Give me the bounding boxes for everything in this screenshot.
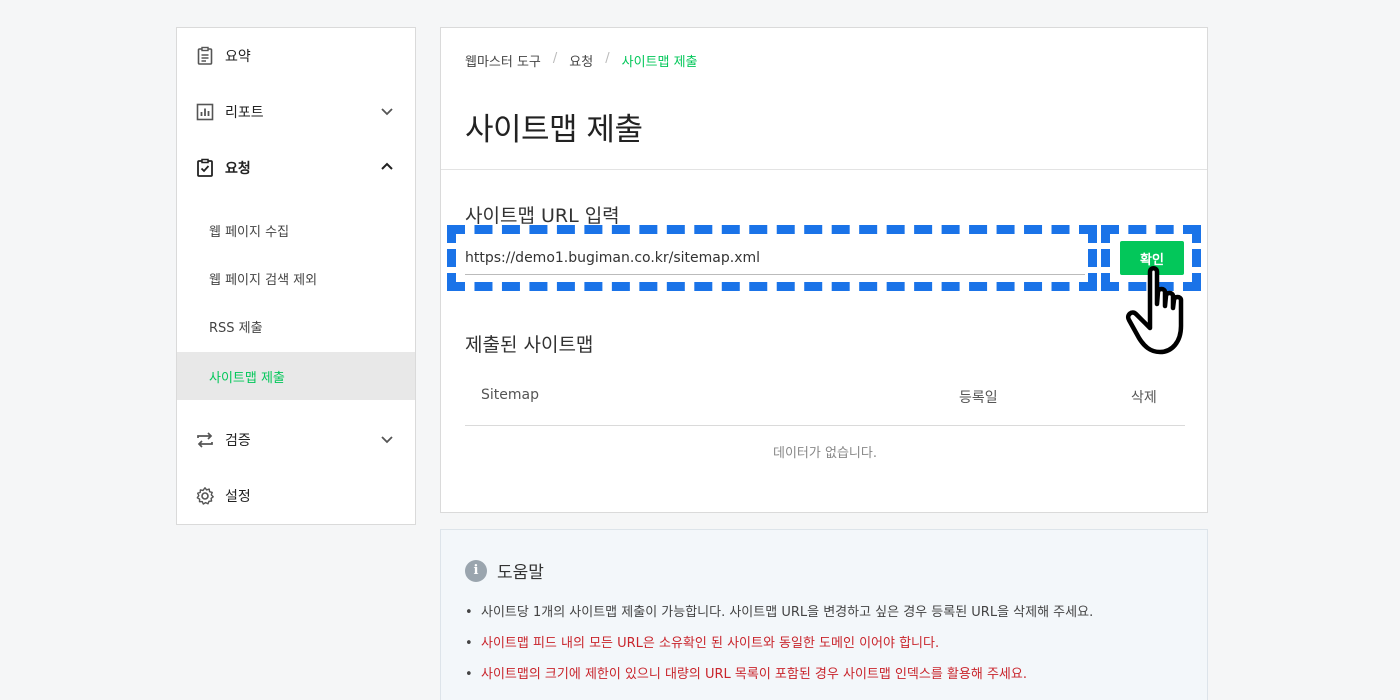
- chevron-up-icon[interactable]: [379, 159, 395, 175]
- nav-item-report[interactable]: 리포트: [177, 84, 415, 140]
- sidebar: 요약 리포트 요청 웹 페이지 수집 웹 페이지 검색 제외 RSS 제출 사이…: [176, 27, 416, 525]
- sub-item-sitemap-submit[interactable]: 사이트맵 제출: [177, 352, 415, 400]
- breadcrumb-webmaster[interactable]: 웹마스터 도구: [465, 51, 541, 70]
- sitemap-table-header: Sitemap 등록일 삭제: [465, 376, 1185, 426]
- nav-label-summary: 요약: [225, 49, 251, 65]
- input-highlight-box: [447, 225, 1097, 291]
- pointer-hand-icon: [1126, 266, 1184, 355]
- nav-label-settings: 설정: [225, 489, 251, 505]
- sitemap-url-label: 사이트맵 URL 입력: [465, 205, 620, 227]
- nav-item-request[interactable]: 요청: [177, 140, 415, 196]
- column-delete: 삭제: [1131, 390, 1157, 406]
- nav-item-verify[interactable]: 검증: [177, 412, 415, 468]
- breadcrumb-current: 사이트맵 제출: [621, 55, 698, 70]
- page-title: 사이트맵 제출: [465, 112, 643, 148]
- chevron-down-icon[interactable]: [379, 103, 395, 119]
- help-item: 사이트당 1개의 사이트맵 제출이 가능합니다. 사이트맵 URL을 변경하고 …: [465, 602, 1093, 623]
- column-sitemap: Sitemap: [481, 387, 539, 403]
- help-panel: i 도움말 사이트당 1개의 사이트맵 제출이 가능합니다. 사이트맵 URL을…: [440, 529, 1208, 700]
- breadcrumb: 웹마스터 도구 / 요청 / 사이트맵 제출: [465, 51, 698, 70]
- help-list: 사이트당 1개의 사이트맵 제출이 가능합니다. 사이트맵 URL을 변경하고 …: [465, 602, 1093, 695]
- submitted-sitemaps-label: 제출된 사이트맵: [465, 334, 594, 356]
- nav-label-report: 리포트: [225, 105, 264, 121]
- nav-label-verify: 검증: [225, 433, 251, 449]
- breadcrumb-separator: /: [605, 51, 610, 66]
- help-item-warning: 사이트맵 피드 내의 모든 URL은 소유확인 된 사이트와 동일한 도메인 이…: [465, 633, 1093, 654]
- checklist-icon: [195, 158, 215, 178]
- chevron-down-icon[interactable]: [379, 431, 395, 447]
- help-title: i 도움말: [465, 558, 544, 583]
- gear-icon: [195, 486, 215, 506]
- nav-label-request: 요청: [225, 161, 251, 177]
- repeat-icon: [195, 430, 215, 450]
- sub-item-web-page-collect[interactable]: 웹 페이지 수집: [177, 206, 415, 254]
- column-registered-date: 등록일: [959, 390, 998, 406]
- clipboard-icon: [195, 46, 215, 66]
- info-icon: i: [465, 559, 487, 582]
- empty-table-message: 데이터가 없습니다.: [773, 446, 877, 461]
- sub-item-web-page-exclude[interactable]: 웹 페이지 검색 제외: [177, 254, 415, 302]
- bar-chart-icon: [195, 102, 215, 122]
- divider: [441, 169, 1207, 170]
- help-title-text: 도움말: [497, 563, 544, 583]
- breadcrumb-request[interactable]: 요청: [569, 51, 593, 70]
- help-item-warning: 사이트맵의 크기에 제한이 있으니 대량의 URL 목록이 포함된 경우 사이트…: [465, 664, 1093, 685]
- nav-item-summary[interactable]: 요약: [177, 28, 415, 84]
- sub-item-rss-submit[interactable]: RSS 제출: [177, 302, 415, 350]
- breadcrumb-separator: /: [552, 51, 558, 66]
- nav-item-settings[interactable]: 설정: [177, 468, 415, 524]
